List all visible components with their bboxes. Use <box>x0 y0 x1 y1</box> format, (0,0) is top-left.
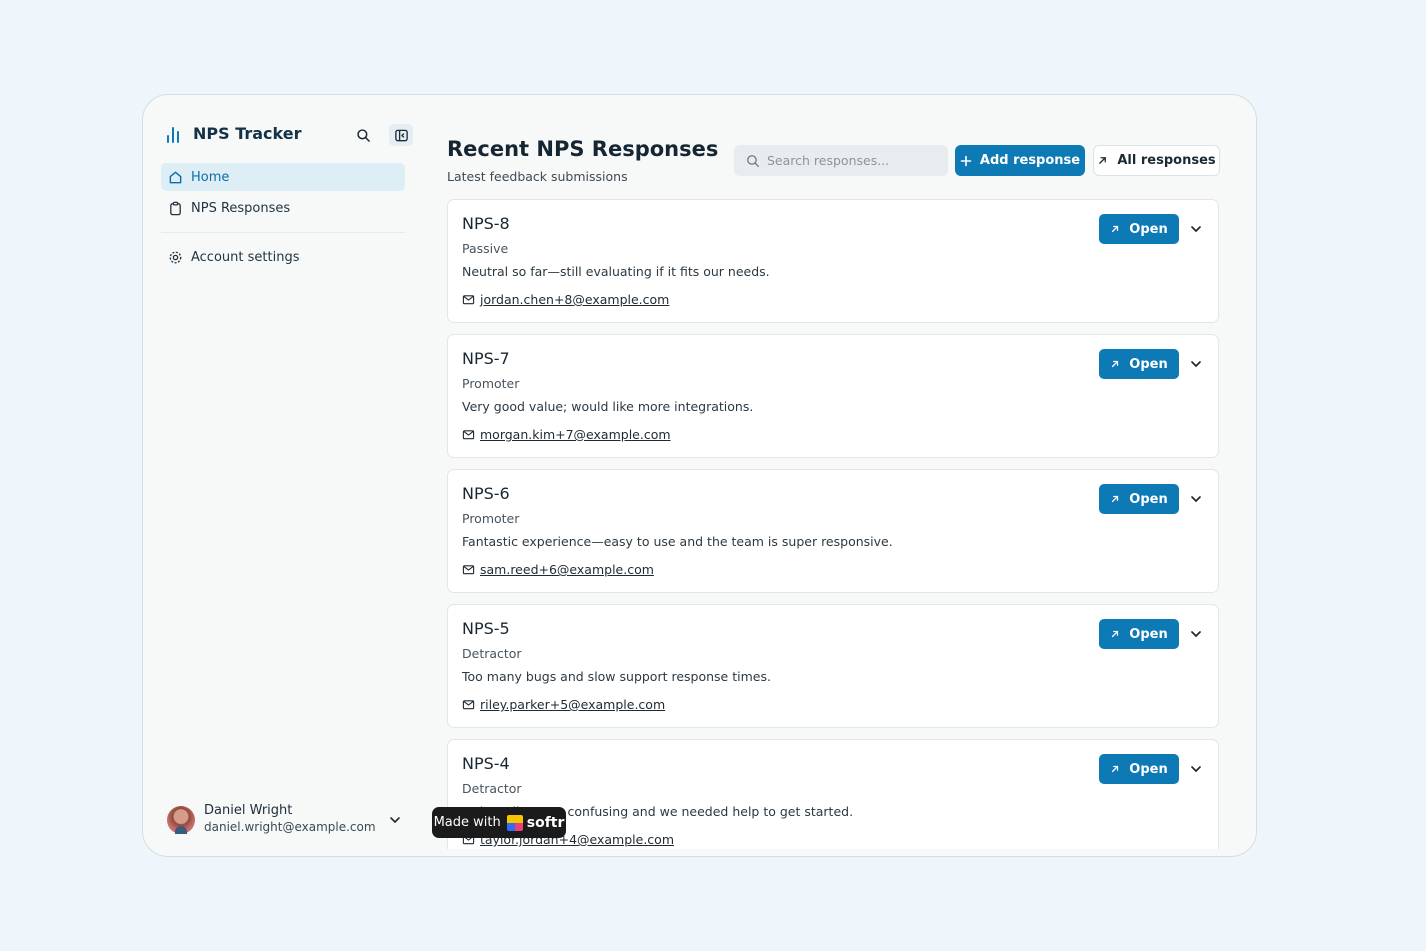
response-email: riley.parker+5@example.com <box>480 697 666 712</box>
chevron-down-icon[interactable] <box>1188 491 1204 507</box>
response-email: jordan.chen+8@example.com <box>480 292 670 307</box>
chevron-down-icon[interactable] <box>1188 761 1204 777</box>
all-responses-button[interactable]: All responses <box>1093 145 1220 176</box>
sidebar-nav: Home NPS Responses Account settings <box>161 163 405 274</box>
main-content: Recent NPS Responses Latest feedback sub… <box>421 103 1250 849</box>
nav-divider <box>161 232 405 233</box>
all-responses-label: All responses <box>1117 153 1216 168</box>
response-category: Detractor <box>462 646 522 661</box>
open-button[interactable]: Open <box>1099 754 1179 784</box>
add-response-button[interactable]: Add response <box>955 145 1085 176</box>
sidebar-item-label: Account settings <box>191 249 300 265</box>
open-label: Open <box>1129 221 1168 237</box>
open-label: Open <box>1129 761 1168 777</box>
collapse-sidebar-button[interactable] <box>389 124 413 146</box>
search-icon <box>747 154 759 167</box>
mail-icon <box>462 430 475 440</box>
open-button[interactable]: Open <box>1099 349 1179 379</box>
response-comment: Very good value; would like more integra… <box>462 399 754 414</box>
page-subtitle: Latest feedback submissions <box>447 169 628 184</box>
search-button[interactable] <box>351 124 375 146</box>
arrow-up-right-icon <box>1112 765 1119 773</box>
add-response-label: Add response <box>979 153 1081 168</box>
response-card[interactable]: NPS-7 Promoter Very good value; would li… <box>447 334 1219 458</box>
gear-icon <box>169 251 182 263</box>
mail-icon <box>462 565 475 575</box>
response-category: Promoter <box>462 511 520 526</box>
response-email: sam.reed+6@example.com <box>480 562 654 577</box>
user-name: Daniel Wright <box>204 803 293 818</box>
user-email: daniel.wright@example.com <box>204 820 376 834</box>
sidebar: NPS Tracker Home NPS Responses Account s <box>151 103 419 849</box>
response-id: NPS-8 <box>462 214 510 233</box>
response-id: NPS-5 <box>462 619 510 638</box>
response-id: NPS-7 <box>462 349 510 368</box>
open-button[interactable]: Open <box>1099 619 1179 649</box>
chevron-down-icon[interactable] <box>1188 626 1204 642</box>
chevron-down-icon[interactable] <box>1188 356 1204 372</box>
plus-icon <box>960 155 972 166</box>
softr-logo-icon <box>506 814 523 831</box>
badge-prefix: Made with <box>433 815 501 830</box>
response-email-link[interactable]: sam.reed+6@example.com <box>462 562 654 577</box>
home-icon <box>169 171 182 183</box>
response-id: NPS-6 <box>462 484 510 503</box>
sidebar-item-label: NPS Responses <box>191 200 291 216</box>
open-label: Open <box>1129 356 1168 372</box>
open-label: Open <box>1129 491 1168 507</box>
search-icon <box>356 128 370 142</box>
sidebar-toggle-icon <box>394 129 408 141</box>
arrow-up-right-icon <box>1112 225 1119 233</box>
page-title: Recent NPS Responses <box>447 137 719 161</box>
open-button[interactable]: Open <box>1099 214 1179 244</box>
app-window: NPS Tracker Home NPS Responses Account s <box>142 94 1257 857</box>
sidebar-item-nps-responses[interactable]: NPS Responses <box>161 194 405 222</box>
open-label: Open <box>1129 626 1168 642</box>
responses-list: NPS-8 Passive Neutral so far—still evalu… <box>447 199 1219 849</box>
response-email: morgan.kim+7@example.com <box>480 427 671 442</box>
response-email-link[interactable]: jordan.chen+8@example.com <box>462 292 669 307</box>
app-title: NPS Tracker <box>193 123 302 143</box>
brand[interactable]: NPS Tracker <box>167 123 302 143</box>
sidebar-item-label: Home <box>191 169 230 185</box>
sidebar-item-home[interactable]: Home <box>161 163 405 191</box>
sidebar-item-account-settings[interactable]: Account settings <box>161 243 405 271</box>
response-comment: Fantastic experience—easy to use and the… <box>462 534 893 549</box>
made-with-softr-badge[interactable]: Made with softr <box>432 807 566 838</box>
response-card[interactable]: NPS-5 Detractor Too many bugs and slow s… <box>447 604 1219 728</box>
arrow-up-right-icon <box>1099 157 1107 164</box>
response-email-link[interactable]: riley.parker+5@example.com <box>462 697 665 712</box>
avatar <box>167 805 195 834</box>
clipboard-icon <box>170 201 181 215</box>
response-card[interactable]: NPS-6 Promoter Fantastic experience—easy… <box>447 469 1219 593</box>
arrow-up-right-icon <box>1112 360 1119 368</box>
user-menu[interactable]: Daniel Wright daniel.wright@example.com <box>167 803 403 836</box>
response-id: NPS-4 <box>462 754 510 773</box>
bar-chart-icon <box>167 123 184 143</box>
arrow-up-right-icon <box>1112 630 1119 638</box>
response-email-link[interactable]: morgan.kim+7@example.com <box>462 427 671 442</box>
response-card[interactable]: NPS-8 Passive Neutral so far—still evalu… <box>447 199 1219 323</box>
chevron-down-icon[interactable] <box>1188 221 1204 237</box>
badge-brand: softr <box>526 814 565 831</box>
chevron-down-icon[interactable] <box>387 812 403 828</box>
open-button[interactable]: Open <box>1099 484 1179 514</box>
search-input[interactable] <box>767 153 937 168</box>
arrow-up-right-icon <box>1112 495 1119 503</box>
response-category: Promoter <box>462 376 520 391</box>
mail-icon <box>462 295 475 305</box>
response-comment: Neutral so far—still evaluating if it fi… <box>462 264 770 279</box>
sidebar-tools <box>351 124 413 146</box>
response-category: Detractor <box>462 781 522 796</box>
response-comment: Too many bugs and slow support response … <box>462 669 771 684</box>
mail-icon <box>462 700 475 710</box>
response-category: Passive <box>462 241 509 256</box>
search-box[interactable] <box>734 145 948 176</box>
